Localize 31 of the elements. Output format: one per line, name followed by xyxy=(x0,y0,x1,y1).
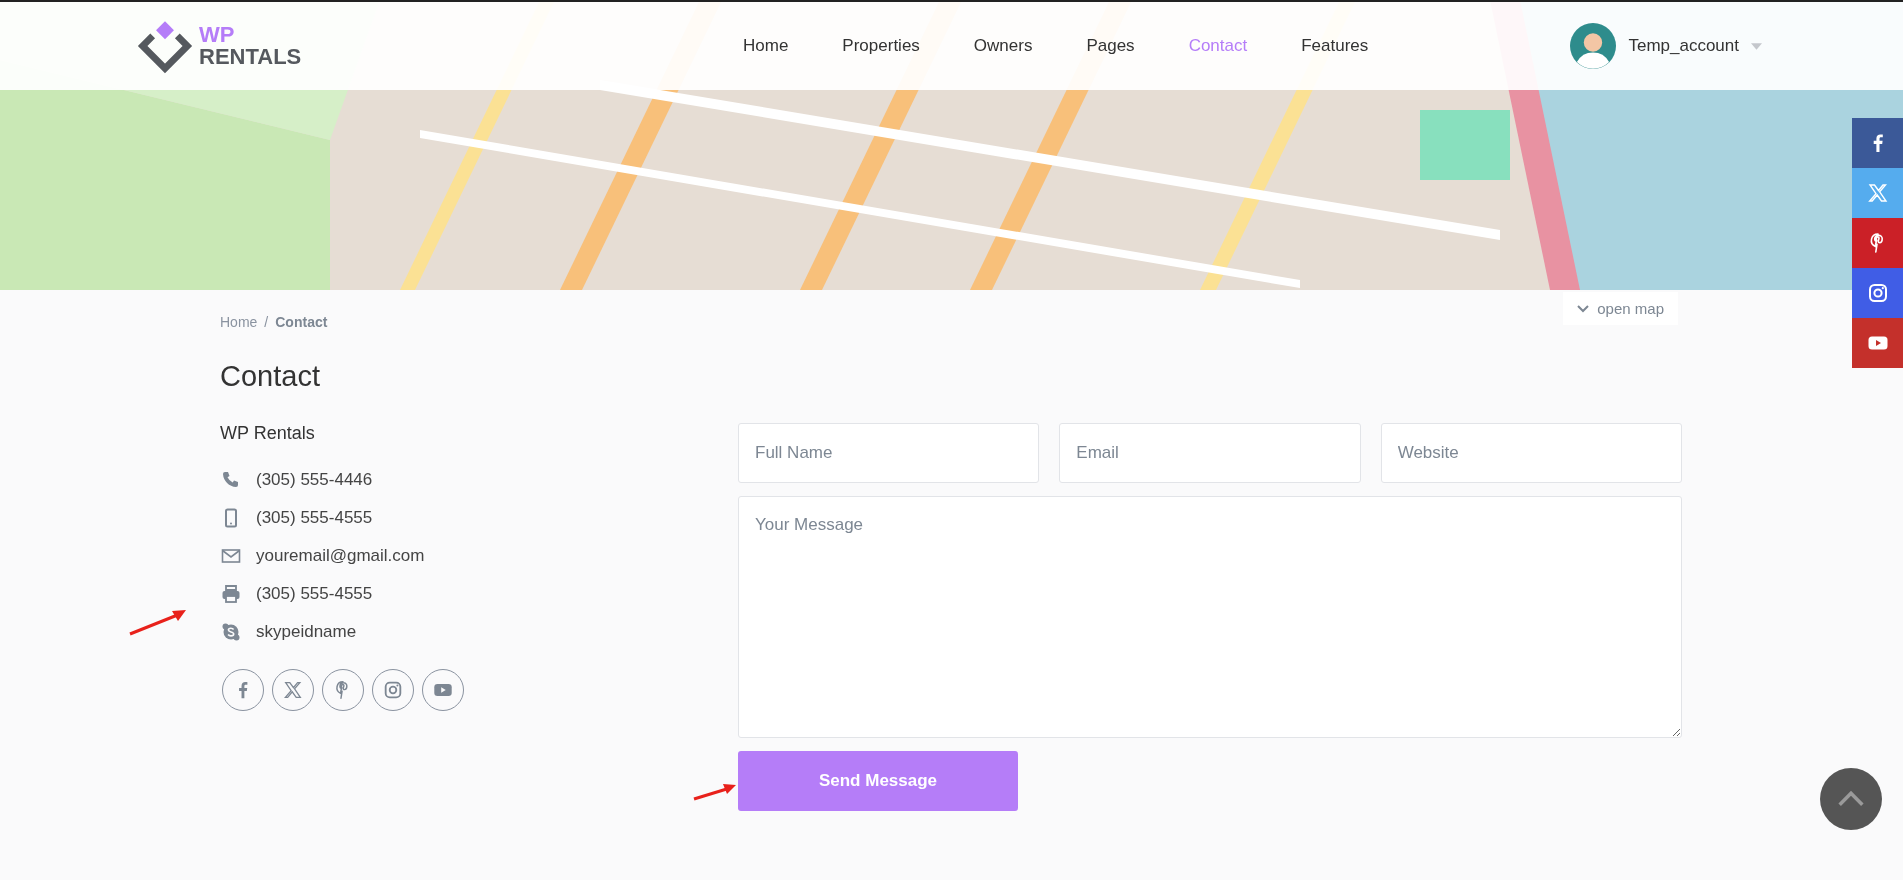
youtube-icon-button[interactable] xyxy=(1852,318,1903,368)
facebook-icon-button[interactable] xyxy=(1852,118,1903,168)
nav-link[interactable]: Owners xyxy=(946,36,1060,56)
nav-link[interactable]: Pages xyxy=(1059,36,1162,56)
printer-icon xyxy=(220,582,242,605)
company-name: WP Rentals xyxy=(220,423,316,444)
x-icon xyxy=(1865,181,1890,205)
instagram-icon-button[interactable] xyxy=(1852,268,1903,318)
pinterest-icon-button[interactable] xyxy=(1852,218,1903,268)
text-field[interactable]: Email xyxy=(1059,423,1361,483)
page-title: Contact xyxy=(220,360,321,393)
nav-link[interactable]: Features xyxy=(1274,36,1396,56)
open-map-button[interactable]: open map xyxy=(1563,292,1678,325)
x-icon xyxy=(282,679,304,701)
nav-link[interactable]: Properties xyxy=(815,36,947,56)
contact-text: skypeidname xyxy=(256,621,357,642)
avatar-icon[interactable] xyxy=(1570,23,1617,69)
contact-text: youremail@gmail.com xyxy=(256,545,425,566)
message-field[interactable]: Your Message xyxy=(738,496,1682,738)
nav-link[interactable]: Home xyxy=(716,36,816,56)
contact-text: (305) 555-4555 xyxy=(256,583,373,604)
text-field[interactable]: Website xyxy=(1380,423,1682,483)
text-field[interactable]: Full Name xyxy=(738,423,1040,483)
chevron-down-icon xyxy=(1577,304,1590,313)
instagram-icon xyxy=(382,679,404,701)
account-name[interactable]: Temp_account xyxy=(1628,36,1739,56)
breadcrumb-separator: / xyxy=(264,314,269,330)
contact-text: (305) 555-4446 xyxy=(256,469,373,490)
contact-text: (305) 555-4555 xyxy=(256,507,373,528)
breadcrumb-link[interactable]: Contact xyxy=(275,314,328,330)
logo-text[interactable]: RENTALS xyxy=(199,46,302,68)
